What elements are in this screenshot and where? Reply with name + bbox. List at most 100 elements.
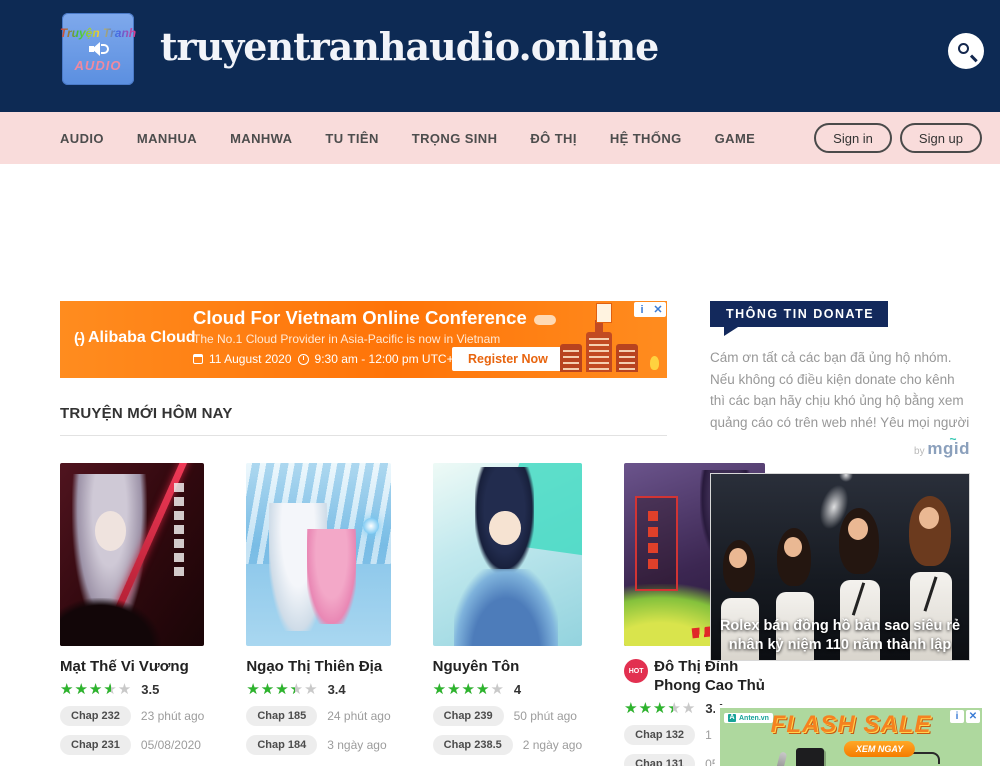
- chapter-chip[interactable]: Chap 131: [624, 754, 695, 766]
- nav-item-tu-tien[interactable]: TU TIÊN: [325, 131, 378, 146]
- ad-info-icon[interactable]: i: [634, 302, 650, 317]
- star-icons-filled: ★★★★★: [624, 701, 673, 716]
- sign-up-button[interactable]: Sign up: [900, 123, 982, 153]
- search-button[interactable]: [948, 33, 984, 69]
- ad-subtitle: The No.1 Cloud Provider in Asia-Pacific …: [193, 332, 523, 346]
- chapter-time: 50 phút ago: [514, 709, 577, 723]
- chapter-chip[interactable]: Chap 132: [624, 725, 695, 745]
- rating-row: ★★★★★ ★★★★★ 3.5: [60, 682, 204, 697]
- phone-product-image: [796, 748, 824, 766]
- ad-close-icon[interactable]: ✕: [650, 302, 666, 317]
- comic-card-grid: Mạt Thế Vi Vương ★★★★★ ★★★★★ 3.5 Chap 23…: [60, 463, 667, 766]
- section-divider: [60, 435, 667, 436]
- comic-cover[interactable]: [246, 463, 390, 646]
- comic-title[interactable]: Đô Thị Đỉnh Phong Cao Thủ: [654, 658, 765, 696]
- chapter-time: 23 phút ago: [141, 709, 204, 723]
- mgid-attribution[interactable]: by mgid~: [710, 439, 970, 459]
- comic-cover[interactable]: [60, 463, 204, 646]
- search-icon: [958, 43, 969, 54]
- header: Truyện Tranh AUDIO truyentranhaudio.onli…: [0, 0, 1000, 112]
- rating-row: ★★★★★ ★★★★★ 3.4: [246, 682, 390, 697]
- native-ad[interactable]: Rolex bán đồng hồ bản sao siêu rẻ nhân k…: [710, 473, 970, 661]
- star-icons-filled: ★★★★★: [433, 682, 491, 697]
- alibaba-brand-text: Alibaba Cloud: [88, 329, 196, 347]
- ad-close-icon[interactable]: ✕: [966, 710, 980, 723]
- comic-title[interactable]: Nguyên Tôn: [433, 658, 520, 677]
- star-rating-icons: ★★★★★ ★★★★★: [624, 701, 696, 716]
- chapter-row: Chap 185 24 phút ago: [246, 706, 390, 726]
- chapter-chip[interactable]: Chap 184: [246, 735, 317, 755]
- ad-date: 11 August 2020: [209, 352, 292, 366]
- speaker-icon: [87, 42, 109, 56]
- chapter-row: Chap 238.5 2 ngày ago: [433, 735, 582, 755]
- nav-item-audio[interactable]: AUDIO: [60, 131, 104, 146]
- chapter-row: Chap 239 50 phút ago: [433, 706, 582, 726]
- main-nav: AUDIO MANHUA MANHWA TU TIÊN TRỌNG SINH Đ…: [0, 112, 1000, 164]
- logo-script-text: Truyện Tranh: [60, 26, 136, 40]
- chapter-chip[interactable]: Chap 185: [246, 706, 317, 726]
- comic-card: Ngạo Thị Thiên Địa ★★★★★ ★★★★★ 3.4 Chap …: [246, 463, 390, 766]
- auth-buttons: Sign in Sign up: [814, 123, 982, 153]
- comic-title[interactable]: Mạt Thế Vi Vương: [60, 658, 189, 677]
- main-content: (-) Alibaba Cloud Cloud For Vietnam Onli…: [60, 301, 667, 766]
- rating-value: 4: [514, 682, 521, 697]
- donate-text: Cám ơn tất cả các bạn đã ủng hộ nhóm. Nế…: [710, 347, 970, 433]
- mgid-by-label: by: [914, 446, 925, 457]
- xem-ngay-button[interactable]: XEM NGAY: [844, 741, 915, 757]
- alibaba-brackets-icon: (-): [74, 330, 83, 347]
- site-logo[interactable]: Truyện Tranh AUDIO: [62, 13, 134, 85]
- nav-item-he-thong[interactable]: HỆ THỐNG: [610, 131, 682, 146]
- chapter-chip[interactable]: Chap 239: [433, 706, 504, 726]
- mgid-logo: mgid~: [927, 439, 970, 458]
- star-rating-icons: ★★★★★ ★★★★★: [60, 682, 132, 697]
- rating-value: 3.4: [328, 682, 346, 697]
- ad-info-icon[interactable]: i: [950, 710, 964, 723]
- chapter-time: 3 ngày ago: [327, 738, 386, 752]
- donate-heading: THÔNG TIN DONATE: [710, 301, 888, 327]
- nav-item-manhua[interactable]: MANHUA: [137, 131, 197, 146]
- comic-card: Nguyên Tôn ★★★★★ ★★★★★ 4 Chap 239 50 phú…: [433, 463, 582, 766]
- star-rating-icons: ★★★★★ ★★★★★: [433, 682, 505, 697]
- page: Truyện Tranh AUDIO truyentranhaudio.onli…: [0, 0, 1000, 766]
- nav-item-game[interactable]: GAME: [715, 131, 756, 146]
- chapter-chip[interactable]: Chap 231: [60, 735, 131, 755]
- flash-ad-controls: i ✕: [950, 710, 980, 723]
- section-title: TRUYỆN MỚI HÔM NAY: [60, 405, 667, 422]
- register-now-button[interactable]: Register Now: [452, 347, 564, 371]
- comic-title[interactable]: Ngạo Thị Thiên Địa: [246, 658, 382, 677]
- flash-sale-ad[interactable]: A Anten.vn FLASH SALE XEM NGAY i ✕: [715, 705, 985, 766]
- chapter-time: 05/08/2020: [141, 738, 201, 752]
- rating-value: 3.5: [141, 682, 159, 697]
- flash-sale-title: FLASH SALE: [720, 711, 982, 739]
- sign-in-button[interactable]: Sign in: [814, 123, 892, 153]
- comic-card: Mạt Thế Vi Vương ★★★★★ ★★★★★ 3.5 Chap 23…: [60, 463, 204, 766]
- alibaba-cloud-logo: (-) Alibaba Cloud: [74, 329, 196, 347]
- chapter-time: 24 phút ago: [327, 709, 390, 723]
- chapter-row: Chap 184 3 ngày ago: [246, 735, 390, 755]
- ad-choices-icon: [596, 303, 612, 323]
- star-icons-filled: ★★★★★: [60, 682, 111, 697]
- chapter-time: 2 ngày ago: [523, 738, 582, 752]
- nav-item-do-thi[interactable]: ĐÔ THỊ: [530, 131, 576, 146]
- microphone-product-image: [776, 751, 788, 766]
- ad-title: Cloud For Vietnam Online Conference: [193, 307, 523, 329]
- nav-item-trong-sinh[interactable]: TRỌNG SINH: [412, 131, 498, 146]
- flash-sale-creative: A Anten.vn FLASH SALE XEM NGAY i ✕: [720, 708, 982, 766]
- nav-item-manhwa[interactable]: MANHWA: [230, 131, 292, 146]
- nav-items: AUDIO MANHUA MANHWA TU TIÊN TRỌNG SINH Đ…: [60, 131, 755, 146]
- native-ad-caption[interactable]: Rolex bán đồng hồ bản sao siêu rẻ nhân k…: [711, 617, 969, 655]
- comic-cover[interactable]: [433, 463, 582, 646]
- site-title[interactable]: truyentranhaudio.online: [160, 24, 658, 69]
- rating-row: ★★★★★ ★★★★★ 4: [433, 682, 582, 697]
- logo-audio-label: AUDIO: [75, 58, 122, 73]
- star-icons-filled: ★★★★★: [246, 682, 295, 697]
- hot-badge: HOT: [624, 659, 648, 683]
- star-rating-icons: ★★★★★ ★★★★★: [246, 682, 318, 697]
- alibaba-banner-ad[interactable]: (-) Alibaba Cloud Cloud For Vietnam Onli…: [60, 301, 667, 378]
- chapter-chip[interactable]: Chap 232: [60, 706, 131, 726]
- mgid-tilde-mark: ~: [949, 432, 957, 446]
- chapter-row: Chap 231 05/08/2020: [60, 735, 204, 755]
- chapter-row: Chap 232 23 phút ago: [60, 706, 204, 726]
- chapter-chip[interactable]: Chap 238.5: [433, 735, 513, 755]
- clock-icon: [298, 354, 309, 365]
